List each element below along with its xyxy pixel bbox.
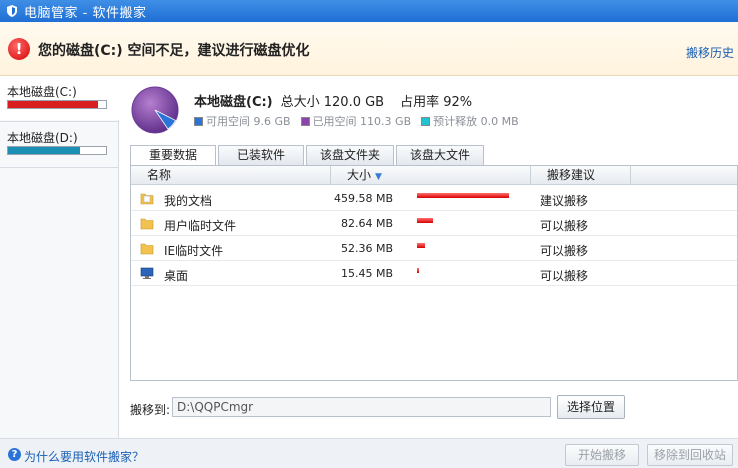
move-to-label: 搬移到: (130, 403, 171, 417)
help-link[interactable]: 为什么要用软件搬家？ (24, 448, 144, 465)
legend-free: 可用空间 9.6 GB (194, 113, 291, 129)
disk-info-title: 本地磁盘(C:) 总大小 120.0 GB 占用率 92% (194, 91, 472, 110)
move-history-link[interactable]: 搬移历史 (686, 44, 734, 61)
move-to-path-input[interactable] (172, 397, 551, 417)
tab-important-data[interactable]: 重要数据 (130, 145, 216, 166)
disk-usage-bar (7, 146, 107, 155)
footer-bar: ? 为什么要用软件搬家？ 开始搬移 移除到回收站 (0, 438, 738, 468)
row-size-bar (417, 268, 419, 273)
disk-name: 本地磁盘(C:) (194, 95, 273, 110)
row-size: 459.58 MB (333, 192, 393, 205)
row-advice: 可以搬移 (540, 244, 589, 258)
column-header-advice[interactable]: 搬移建议 (531, 166, 631, 185)
row-name: 桌面 (164, 269, 189, 283)
column-header-size[interactable]: 大小 ▼ (331, 166, 531, 185)
folder-icon (140, 243, 154, 255)
warning-message: 您的磁盘(C:) 空间不足，建议进行磁盘优化 (38, 43, 310, 59)
disk-usage-rate: 占用率 92% (400, 95, 473, 110)
row-advice: 可以搬移 (540, 269, 589, 283)
legend-used-label: 已用空间 110.3 GB (312, 115, 412, 128)
row-name: 用户临时文件 (164, 219, 237, 233)
shield-icon (4, 3, 20, 19)
legend-release: 预计释放 0.0 MB (421, 113, 519, 129)
window-title: 电脑管家 - 软件搬家 (24, 5, 147, 21)
sidebar-disk-d[interactable]: 本地磁盘(D:) (0, 122, 119, 166)
warning-icon: ! (8, 38, 30, 60)
folder-icon (140, 218, 154, 230)
row-size-bar (417, 218, 433, 223)
start-move-button[interactable]: 开始搬移 (565, 444, 639, 466)
row-advice: 建议搬移 (540, 194, 589, 208)
column-header-name[interactable]: 名称 (131, 166, 331, 185)
table-row[interactable]: 我的文档 459.58 MB 建议搬移 (131, 186, 737, 211)
row-size: 52.36 MB (340, 242, 393, 255)
disk-legend: 可用空间 9.6 GB 已用空间 110.3 GB 预计释放 0.0 MB (194, 113, 519, 129)
row-size-bar (417, 193, 509, 198)
move-to-recycle-button[interactable]: 移除到回收站 (647, 444, 733, 466)
help-icon: ? (8, 448, 21, 461)
row-size: 82.64 MB (340, 217, 393, 230)
title-bar: 电脑管家 - 软件搬家 (0, 0, 738, 22)
disk-total-size: 总大小 120.0 GB (280, 95, 385, 110)
legend-free-label: 可用空间 9.6 GB (206, 115, 291, 128)
legend-used: 已用空间 110.3 GB (300, 113, 412, 129)
documents-folder-icon (140, 193, 154, 205)
warning-banner: ! 您的磁盘(C:) 空间不足，建议进行磁盘优化 搬移历史 (0, 22, 738, 76)
table-header: 名称 大小 ▼ 搬移建议 (131, 166, 737, 185)
table-row[interactable]: 桌面 15.45 MB 可以搬移 (131, 261, 737, 286)
disk-label: 本地磁盘(C:) (7, 85, 77, 99)
row-size: 15.45 MB (340, 267, 393, 280)
disk-usage-pie-icon (131, 86, 179, 134)
disk-usage-bar (7, 100, 107, 109)
choose-location-button[interactable]: 选择位置 (557, 395, 625, 419)
sort-desc-icon: ▼ (375, 172, 382, 182)
sidebar-disk-c[interactable]: 本地磁盘(C:) (0, 76, 119, 120)
row-name: 我的文档 (164, 194, 213, 208)
tab-disk-folders[interactable]: 该盘文件夹 (306, 145, 394, 165)
data-table: 名称 大小 ▼ 搬移建议 我的文档 459.58 MB 建议搬移 用户临时文件 8… (130, 165, 738, 381)
disk-label: 本地磁盘(D:) (7, 131, 78, 145)
row-advice: 可以搬移 (540, 219, 589, 233)
table-row[interactable]: IE临时文件 52.36 MB 可以搬移 (131, 236, 737, 261)
desktop-icon (140, 267, 154, 279)
table-row[interactable]: 用户临时文件 82.64 MB 可以搬移 (131, 211, 737, 236)
row-name: IE临时文件 (164, 244, 224, 258)
row-size-bar (417, 243, 426, 248)
disk-sidebar: 本地磁盘(C:) 本地磁盘(D:) (0, 76, 119, 438)
tab-large-files[interactable]: 该盘大文件 (396, 145, 484, 165)
legend-release-label: 预计释放 0.0 MB (433, 115, 519, 128)
tab-installed-software[interactable]: 已装软件 (218, 145, 304, 165)
